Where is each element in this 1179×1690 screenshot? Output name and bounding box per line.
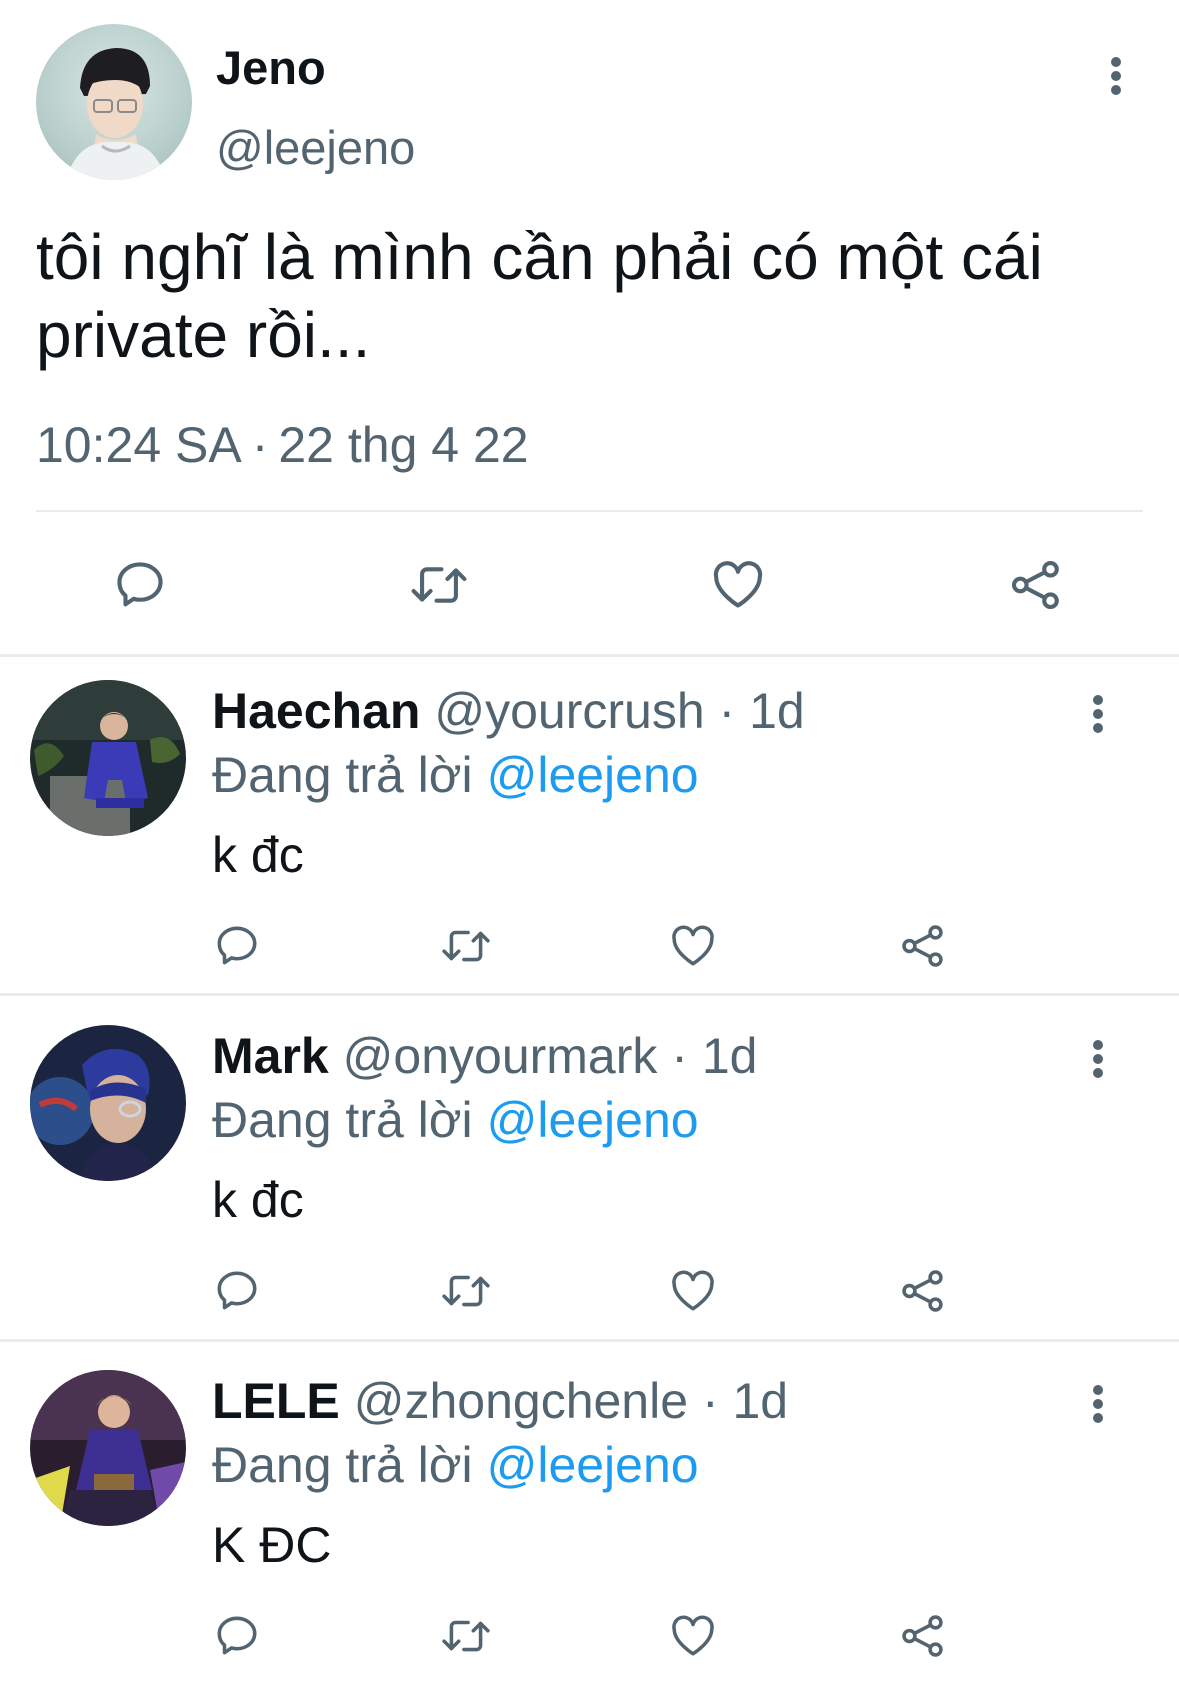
divider	[0, 1339, 1179, 1342]
meta-separator: ·	[251, 417, 269, 473]
tweet-action-bar	[0, 1606, 1179, 1666]
share-icon[interactable]	[1004, 548, 1068, 622]
meta-separator: ·	[701, 1373, 719, 1429]
divider	[36, 510, 1143, 512]
avatar[interactable]	[30, 1025, 186, 1181]
meta-separator: ·	[671, 1028, 688, 1084]
more-vertical-icon[interactable]	[1078, 1031, 1118, 1087]
more-vertical-icon[interactable]	[1078, 686, 1118, 742]
like-icon[interactable]	[666, 1261, 720, 1321]
tweet-text: tôi nghĩ là mình cần phải có một cái pri…	[36, 221, 1043, 371]
replying-to: Đang trả lời @leejeno	[212, 744, 699, 806]
share-icon[interactable]	[896, 1261, 950, 1321]
tweet-action-bar	[0, 548, 1179, 622]
replying-label: Đang trả lời	[212, 747, 473, 803]
like-icon[interactable]	[666, 1606, 720, 1666]
mention-link[interactable]: @leejeno	[487, 1092, 699, 1148]
reply-time[interactable]: 1d	[749, 683, 805, 739]
author-handle[interactable]: @yourcrush	[434, 683, 704, 739]
reply-tweet[interactable]: LELE @zhongchenle · 1d Đang trả lời @lee…	[0, 1348, 1179, 1690]
reply-time[interactable]: 1d	[702, 1028, 758, 1084]
reply-text: k đc	[212, 1172, 304, 1228]
like-icon[interactable]	[706, 548, 770, 622]
reply-tweet[interactable]: Mark @onyourmark · 1d Đang trả lời @leej…	[0, 1003, 1179, 1345]
author-name[interactable]: Mark	[212, 1028, 329, 1084]
retweet-icon[interactable]	[436, 916, 496, 976]
reply-icon[interactable]	[210, 1261, 264, 1321]
reply-icon[interactable]	[210, 916, 264, 976]
tweet-timestamp[interactable]: 10:24 SA · 22 thg 4 22	[36, 415, 529, 475]
retweet-icon[interactable]	[436, 1261, 496, 1321]
share-icon[interactable]	[896, 916, 950, 976]
tweet-action-bar	[0, 916, 1179, 976]
replying-to: Đang trả lời @leejeno	[212, 1089, 699, 1151]
reply-time[interactable]: 1d	[733, 1373, 789, 1429]
reply-tweet[interactable]: Haechan @yourcrush · 1d Đang trả lời @le…	[0, 658, 1179, 1000]
avatar[interactable]	[30, 1370, 186, 1526]
tweet-action-bar	[0, 1261, 1179, 1321]
divider	[0, 993, 1179, 996]
author-name[interactable]: Jeno	[216, 40, 326, 96]
avatar[interactable]	[30, 680, 186, 836]
author-handle[interactable]: @onyourmark	[343, 1028, 658, 1084]
meta-separator: ·	[718, 683, 736, 739]
more-vertical-icon[interactable]	[1096, 48, 1136, 104]
reply-icon[interactable]	[210, 1606, 264, 1666]
retweet-icon[interactable]	[436, 1606, 496, 1666]
mention-link[interactable]: @leejeno	[487, 1437, 699, 1493]
tweet-time: 10:24 SA	[36, 417, 242, 473]
divider	[0, 654, 1179, 657]
reply-text: K ĐC	[212, 1517, 332, 1573]
tweet-date: 22 thg 4 22	[278, 417, 529, 473]
main-tweet: Jeno @leejeno tôi nghĩ là mình cần phải …	[0, 0, 1179, 655]
author-name[interactable]: Haechan	[212, 683, 420, 739]
replying-label: Đang trả lời	[212, 1092, 473, 1148]
reply-header: Mark @onyourmark · 1d	[212, 1025, 757, 1087]
more-vertical-icon[interactable]	[1078, 1376, 1118, 1432]
replying-to: Đang trả lời @leejeno	[212, 1434, 699, 1496]
like-icon[interactable]	[666, 916, 720, 976]
reply-header: LELE @zhongchenle · 1d	[212, 1370, 788, 1432]
author-name[interactable]: LELE	[212, 1373, 340, 1429]
avatar[interactable]	[36, 24, 192, 180]
replying-label: Đang trả lời	[212, 1437, 473, 1493]
retweet-icon[interactable]	[404, 548, 474, 622]
reply-icon[interactable]	[108, 548, 172, 622]
reply-header: Haechan @yourcrush · 1d	[212, 680, 805, 742]
reply-text: k đc	[212, 827, 304, 883]
share-icon[interactable]	[896, 1606, 950, 1666]
author-handle[interactable]: @leejeno	[216, 120, 415, 176]
mention-link[interactable]: @leejeno	[487, 747, 699, 803]
author-handle[interactable]: @zhongchenle	[354, 1373, 688, 1429]
